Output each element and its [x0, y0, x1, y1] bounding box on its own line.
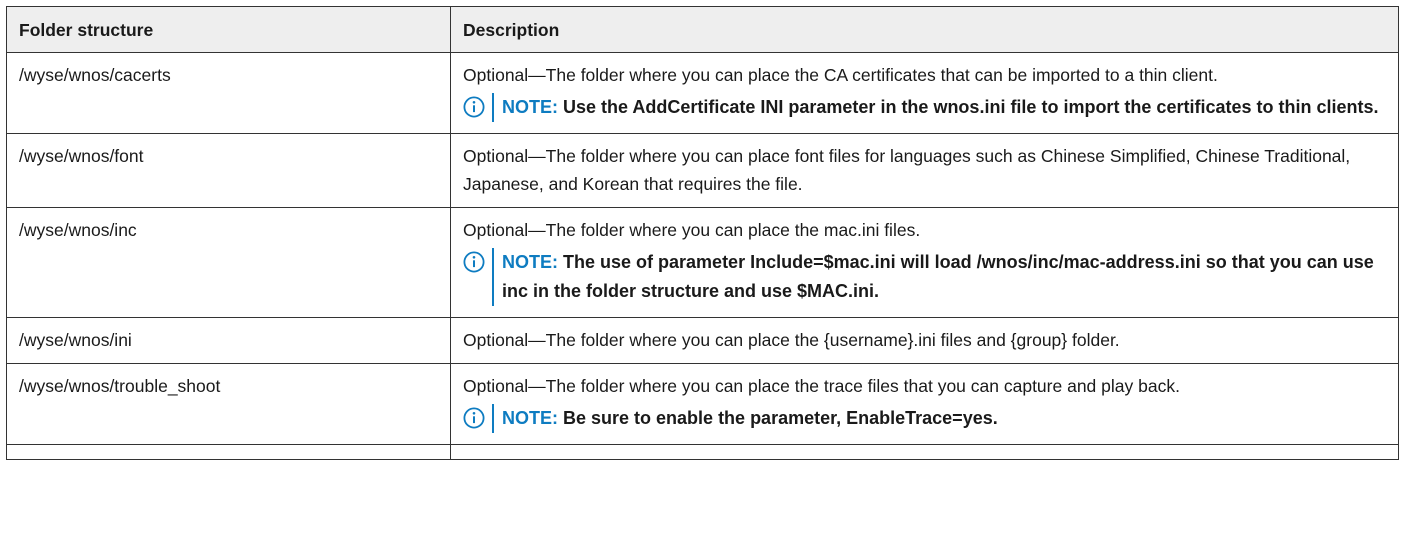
- description-text: Optional—The folder where you can place …: [463, 146, 1351, 194]
- note-icon-wrap: [463, 248, 489, 306]
- table-row: /wyse/wnos/cacerts Optional—The folder w…: [6, 52, 1399, 134]
- table-row-empty: [6, 444, 1399, 460]
- table-row: /wyse/wnos/ini Optional—The folder where…: [6, 317, 1399, 364]
- table-row: /wyse/wnos/font Optional—The folder wher…: [6, 133, 1399, 208]
- note-label: NOTE:: [502, 252, 558, 272]
- description-text: Optional—The folder where you can place …: [463, 330, 1120, 350]
- note-text: The use of parameter Include=$mac.ini wi…: [502, 252, 1374, 301]
- info-circle-icon: [463, 96, 485, 118]
- note-block: NOTE: Use the AddCertificate INI paramet…: [463, 93, 1387, 122]
- note-label: NOTE:: [502, 408, 558, 428]
- note-body: NOTE: Be sure to enable the parameter, E…: [492, 404, 998, 433]
- header-folder-structure: Folder structure: [6, 6, 451, 53]
- description-text: Optional—The folder where you can place …: [463, 65, 1218, 85]
- description-text: Optional—The folder where you can place …: [463, 220, 921, 240]
- description-cell: Optional—The folder where you can place …: [450, 52, 1399, 134]
- note-icon-wrap: [463, 404, 489, 433]
- table-row: /wyse/wnos/inc Optional—The folder where…: [6, 207, 1399, 318]
- description-text: Optional—The folder where you can place …: [463, 376, 1180, 396]
- folder-path-cell: /wyse/wnos/font: [6, 133, 451, 208]
- folder-path-cell: /wyse/wnos/trouble_shoot: [6, 363, 451, 445]
- empty-cell: [6, 444, 451, 460]
- note-text: Be sure to enable the parameter, EnableT…: [563, 408, 998, 428]
- table-row: /wyse/wnos/trouble_shoot Optional—The fo…: [6, 363, 1399, 445]
- folder-path-cell: /wyse/wnos/cacerts: [6, 52, 451, 134]
- note-body: NOTE: Use the AddCertificate INI paramet…: [492, 93, 1379, 122]
- table-header-row: Folder structure Description: [6, 6, 1399, 53]
- info-circle-icon: [463, 407, 485, 429]
- note-label: NOTE:: [502, 97, 558, 117]
- header-description: Description: [450, 6, 1399, 53]
- note-icon-wrap: [463, 93, 489, 122]
- info-circle-icon: [463, 251, 485, 273]
- folder-structure-table: Folder structure Description /wyse/wnos/…: [6, 6, 1399, 460]
- description-cell: Optional—The folder where you can place …: [450, 133, 1399, 208]
- note-body: NOTE: The use of parameter Include=$mac.…: [492, 248, 1387, 306]
- description-cell: Optional—The folder where you can place …: [450, 363, 1399, 445]
- folder-path-cell: /wyse/wnos/ini: [6, 317, 451, 364]
- note-text: Use the AddCertificate INI parameter in …: [563, 97, 1379, 117]
- description-cell: Optional—The folder where you can place …: [450, 317, 1399, 364]
- folder-path-cell: /wyse/wnos/inc: [6, 207, 451, 318]
- empty-cell: [450, 444, 1399, 460]
- note-block: NOTE: The use of parameter Include=$mac.…: [463, 248, 1387, 306]
- note-block: NOTE: Be sure to enable the parameter, E…: [463, 404, 1387, 433]
- description-cell: Optional—The folder where you can place …: [450, 207, 1399, 318]
